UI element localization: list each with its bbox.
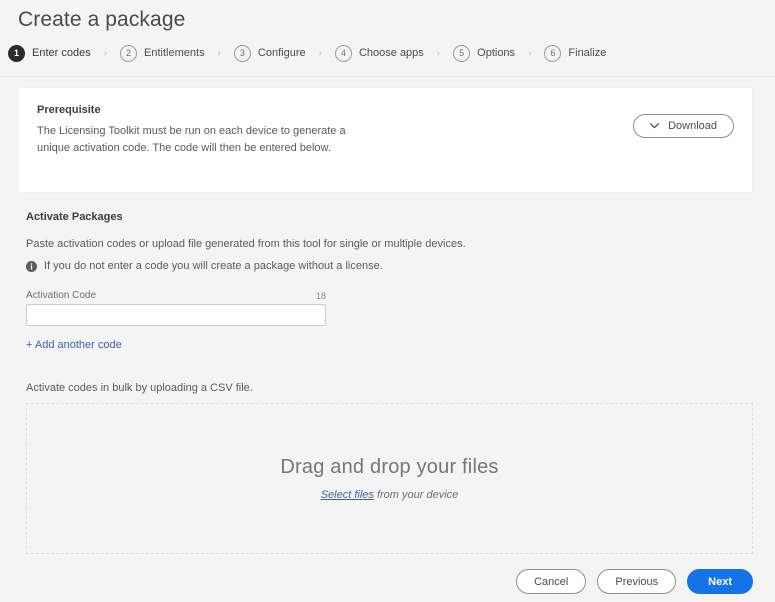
step-number-badge: 6	[544, 44, 562, 62]
info-icon	[26, 260, 37, 272]
step-separator-icon: ›	[318, 47, 322, 59]
activation-code-counter: 18	[315, 291, 326, 301]
step-label: Enter codes	[32, 47, 91, 59]
step-label: Entitlements	[144, 47, 205, 59]
wizard-footer: Cancel Previous Next	[516, 569, 753, 594]
activate-packages-section: Activate Packages Paste activation codes…	[0, 193, 775, 351]
step-number-badge: 3	[233, 44, 251, 62]
prerequisite-title: Prerequisite	[37, 104, 101, 116]
chevron-down-icon	[650, 123, 660, 129]
step-enter-codes[interactable]: 1 Enter codes	[8, 44, 91, 62]
license-note-text: If you do not enter a code you will crea…	[44, 260, 383, 272]
dropzone-subtitle: Select files from your device	[321, 489, 459, 501]
step-number-badge: 2	[120, 44, 138, 62]
step-label: Choose apps	[358, 47, 424, 59]
activation-code-input[interactable]	[26, 304, 326, 326]
select-files-link[interactable]: Select files	[321, 489, 374, 501]
page-title: Create a package	[18, 8, 186, 31]
step-label: Options	[477, 47, 516, 59]
step-number-badge: 1	[8, 44, 25, 62]
bulk-upload-label: Activate codes in bulk by uploading a CS…	[26, 382, 253, 394]
next-button[interactable]: Next	[687, 569, 753, 594]
step-separator-icon: ›	[103, 47, 108, 59]
step-number-badge: 4	[334, 44, 352, 62]
create-package-wizard: Create a package 1 Enter codes › 2 Entit…	[0, 0, 775, 602]
cancel-button[interactable]: Cancel	[516, 569, 587, 594]
previous-button[interactable]: Previous	[597, 569, 677, 594]
step-separator-icon: ›	[436, 47, 441, 59]
file-dropzone[interactable]: Drag and drop your files Select files fr…	[26, 403, 753, 554]
header-divider	[0, 76, 775, 77]
activation-code-label-row: Activation Code 18	[26, 290, 326, 301]
download-button-label: Download	[668, 120, 717, 132]
wizard-stepper: 1 Enter codes › 2 Entitlements › 3 Confi…	[0, 34, 775, 64]
activation-code-field-block: Activation Code 18 + Add another code	[26, 290, 326, 351]
add-another-code-link[interactable]: + Add another code	[26, 339, 122, 351]
prerequisite-description: The Licensing Toolkit must be run on eac…	[37, 125, 346, 154]
activate-packages-description: Paste activation codes or upload file ge…	[26, 238, 466, 250]
step-label: Configure	[257, 47, 306, 59]
step-choose-apps[interactable]: 4 Choose apps	[334, 44, 424, 62]
dropzone-title: Drag and drop your files	[280, 456, 499, 478]
step-finalize[interactable]: 6 Finalize	[544, 44, 607, 62]
activation-code-label: Activation Code	[26, 290, 97, 301]
download-button[interactable]: Download	[633, 114, 734, 138]
step-options[interactable]: 5 Options	[453, 44, 516, 62]
step-number-badge: 5	[453, 44, 471, 62]
step-entitlements[interactable]: 2 Entitlements	[120, 44, 205, 62]
prerequisite-card: Prerequisite The Licensing Toolkit must …	[18, 87, 753, 193]
dropzone-subtitle-suffix: from your device	[373, 489, 459, 501]
step-separator-icon: ›	[217, 47, 221, 59]
activate-packages-title: Activate Packages	[26, 211, 123, 223]
license-note: If you do not enter a code you will crea…	[26, 260, 753, 272]
step-configure[interactable]: 3 Configure	[233, 44, 306, 62]
step-label: Finalize	[568, 47, 607, 59]
step-separator-icon: ›	[528, 47, 532, 59]
page-header: Create a package	[0, 0, 775, 34]
